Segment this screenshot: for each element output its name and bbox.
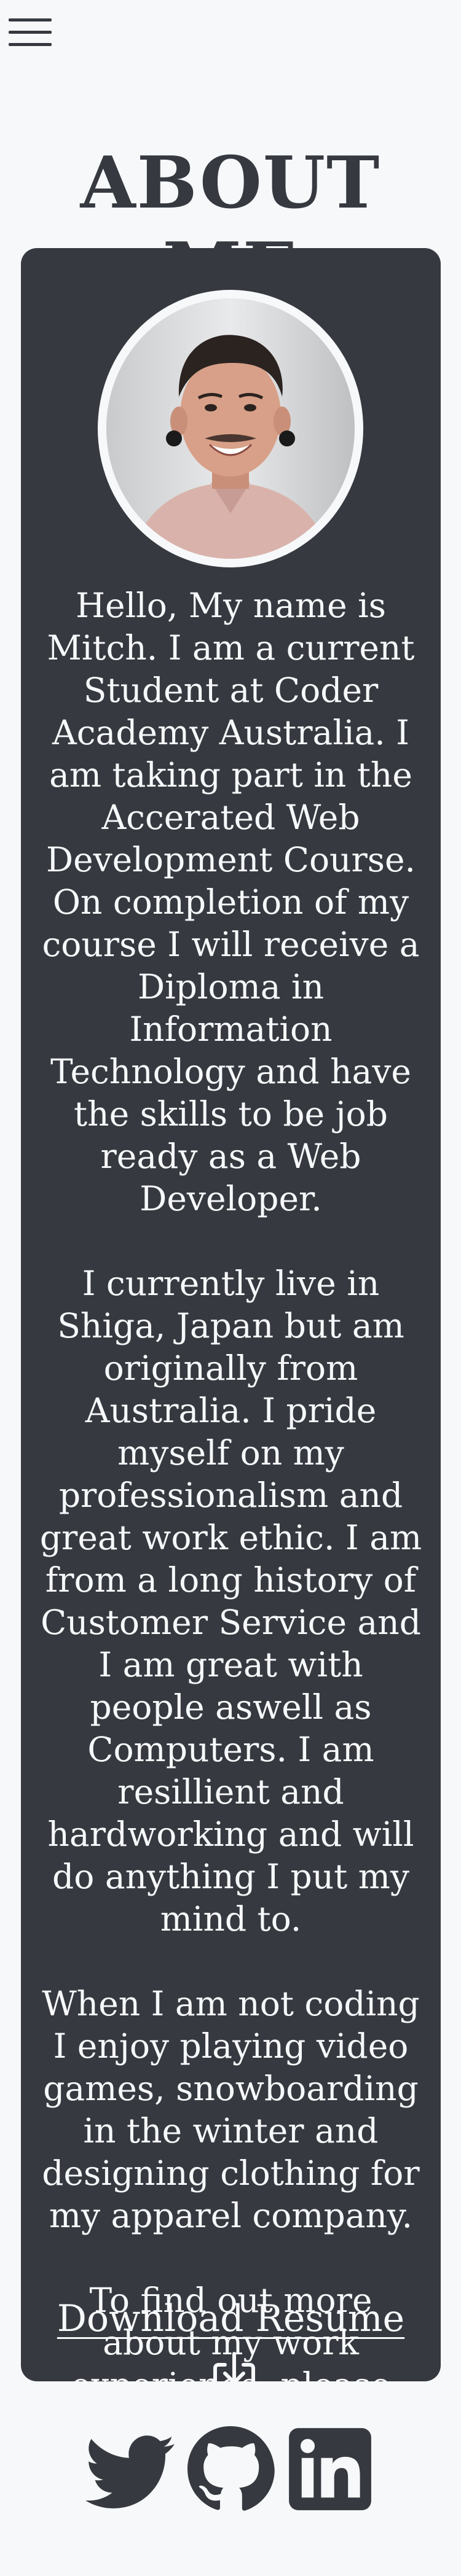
bio-paragraph: Hello, My name is Mitch. I am a current … [42, 586, 420, 1218]
bio-text: Hello, My name is Mitch. I am a current … [39, 585, 422, 2576]
profile-photo [106, 298, 355, 559]
bio-paragraph: I currently live in Shiga, Japan but am … [39, 1264, 422, 1939]
hamburger-menu-icon[interactable] [9, 18, 52, 47]
menu-bar [9, 43, 52, 46]
download-resume-label[interactable]: Download Resume [57, 2297, 404, 2340]
bio-paragraph: When I am not coding I enjoy playing vid… [42, 1984, 420, 2235]
social-links [0, 2424, 461, 2514]
menu-bar [9, 18, 52, 21]
download-icon[interactable] [210, 2350, 258, 2398]
linkedin-icon[interactable] [285, 2424, 375, 2514]
menu-bar [9, 31, 52, 34]
github-icon[interactable] [186, 2424, 275, 2514]
avatar-ring [98, 290, 363, 567]
twitter-icon[interactable] [85, 2424, 176, 2514]
download-resume-link[interactable]: Download Resume [45, 2290, 416, 2397]
about-card: Hello, My name is Mitch. I am a current … [21, 248, 441, 2532]
